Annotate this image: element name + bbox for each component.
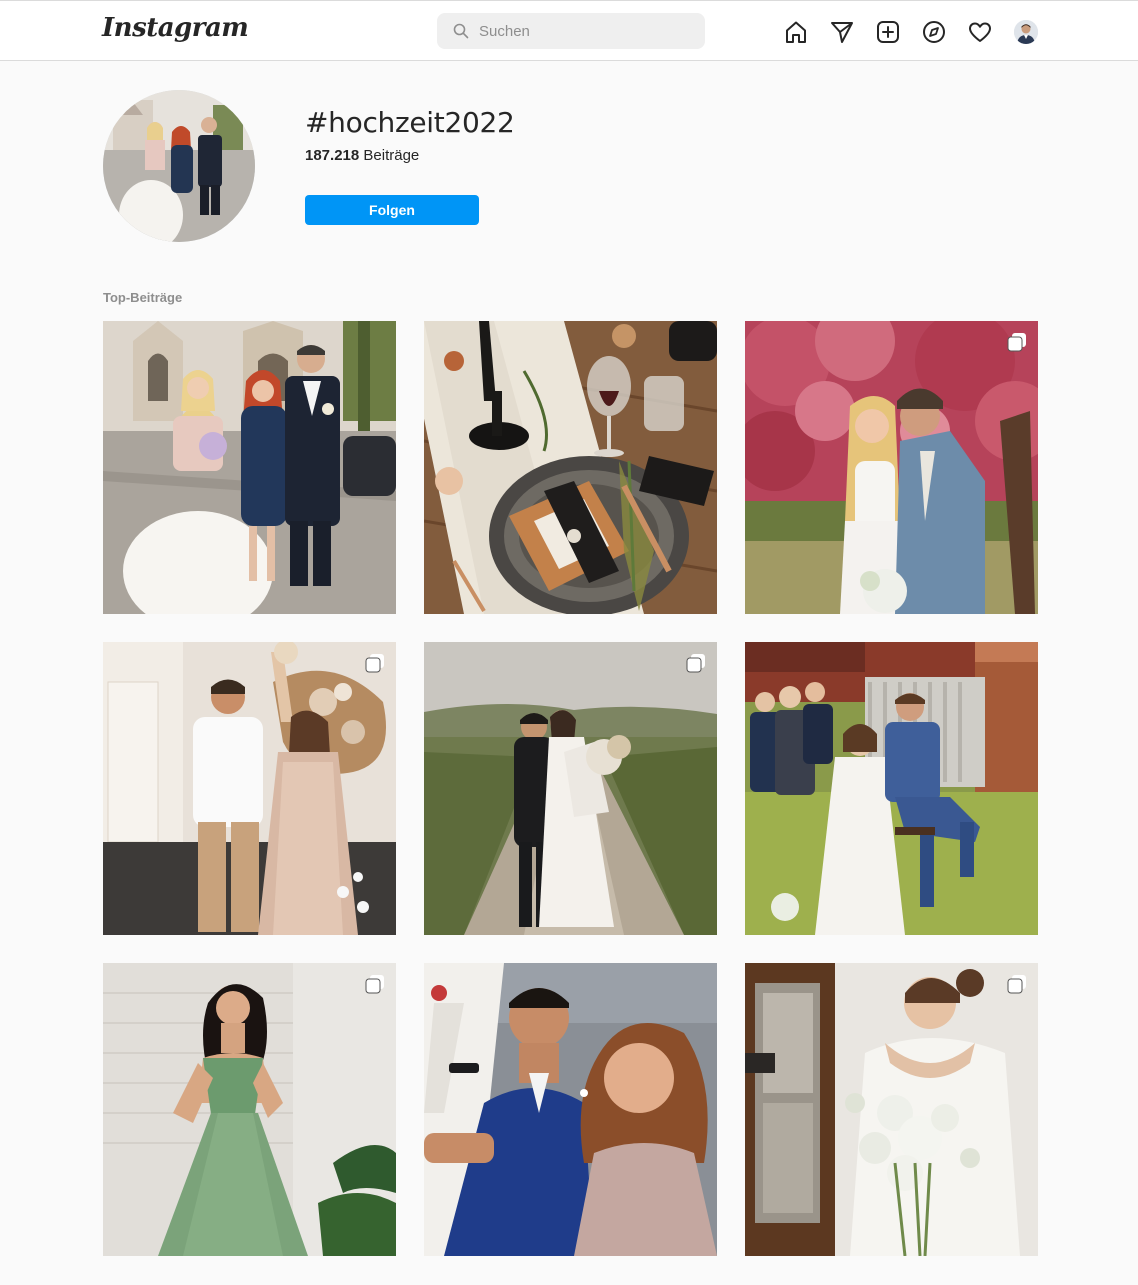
- instagram-logo[interactable]: Instagram: [102, 13, 249, 43]
- post-tile[interactable]: [103, 963, 396, 1256]
- user-avatar[interactable]: [1014, 20, 1038, 44]
- post-tile[interactable]: [103, 642, 396, 935]
- bride-bouquet-photo: [745, 963, 1038, 1256]
- post-tile[interactable]: [745, 963, 1038, 1256]
- post-tile[interactable]: [424, 321, 717, 614]
- explore-icon[interactable]: [921, 19, 947, 45]
- top-nav-bar: Instagram: [0, 0, 1138, 61]
- search-input[interactable]: [479, 13, 689, 49]
- post-count-label: Beiträge: [363, 147, 420, 164]
- post-tile[interactable]: [424, 642, 717, 935]
- multiple-images-icon: [365, 975, 384, 994]
- hashtag-title: #hochzeit2022: [305, 106, 515, 139]
- table-setting-photo: [424, 321, 717, 614]
- follow-button[interactable]: Folgen: [305, 195, 479, 225]
- multiple-images-icon: [686, 654, 705, 673]
- outdoor-ceremony-photo: [745, 642, 1038, 935]
- search-icon: [453, 23, 469, 39]
- post-count: 187.218 Beiträge: [305, 147, 419, 164]
- party-selfie-photo: [424, 963, 717, 1256]
- post-tile[interactable]: [103, 321, 396, 614]
- home-icon[interactable]: [783, 19, 809, 45]
- hashtag-profile-picture: [103, 90, 255, 242]
- post-tile[interactable]: [424, 963, 717, 1256]
- multiple-images-icon: [1007, 333, 1026, 352]
- post-tile[interactable]: [745, 321, 1038, 614]
- new-post-icon[interactable]: [875, 19, 901, 45]
- green-dress-photo: [103, 963, 396, 1256]
- post-tile[interactable]: [745, 642, 1038, 935]
- top-posts-label: Top-Beiträge: [103, 290, 183, 305]
- couple-dancing-photo: [103, 642, 396, 935]
- bride-groom-guest-photo: [103, 321, 396, 614]
- activity-heart-icon[interactable]: [967, 19, 993, 45]
- multiple-images-icon: [365, 654, 384, 673]
- direct-message-icon[interactable]: [829, 19, 855, 45]
- couple-vineyard-path-photo: [424, 642, 717, 935]
- post-count-number: 187.218: [305, 147, 360, 164]
- multiple-images-icon: [1007, 975, 1026, 994]
- couple-blossom-tree-photo: [745, 321, 1038, 614]
- search-box[interactable]: [437, 13, 705, 49]
